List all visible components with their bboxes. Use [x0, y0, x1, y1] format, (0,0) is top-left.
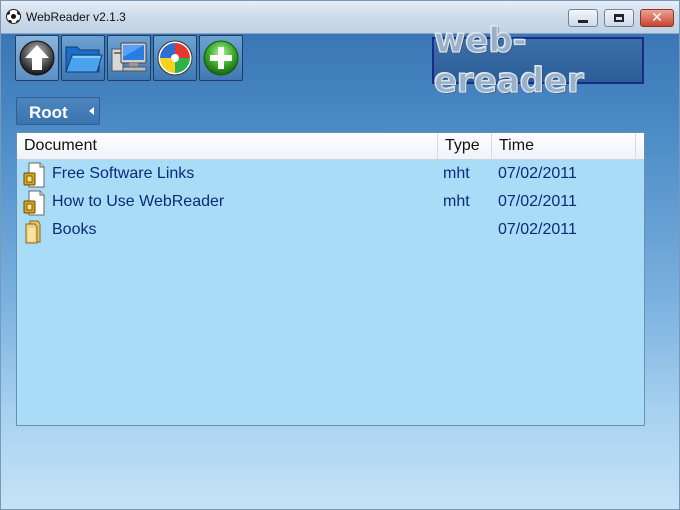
toolbar	[15, 35, 245, 83]
up-button[interactable]	[15, 35, 59, 81]
list-header: Document Type Time	[17, 133, 644, 160]
document-icon	[23, 190, 45, 216]
document-type: mht	[443, 165, 470, 182]
document-time: 07/02/2011	[498, 221, 577, 238]
breadcrumb[interactable]: Root	[16, 97, 100, 125]
add-icon	[203, 40, 239, 76]
close-icon: ✕	[651, 10, 663, 26]
colors-button[interactable]	[153, 35, 197, 81]
folder-icon	[25, 220, 41, 244]
soccer-ball-icon	[6, 9, 21, 24]
document-name[interactable]: Books	[52, 221, 96, 239]
window-title: WebReader v2.1.3	[26, 10, 126, 24]
column-header-time[interactable]: Time	[492, 133, 636, 159]
document-time: 07/02/2011	[498, 193, 577, 210]
computer-button[interactable]	[107, 35, 151, 81]
table-row[interactable]: How to Use WebReader mht 07/02/2011	[17, 189, 644, 217]
document-list[interactable]: Document Type Time Free Software Links m…	[16, 132, 645, 426]
document-name[interactable]: Free Software Links	[52, 165, 194, 183]
color-wheel-icon	[157, 40, 193, 76]
document-type: mht	[443, 193, 470, 210]
logo-text: web-ereader	[433, 20, 584, 101]
document-time: 07/02/2011	[498, 165, 577, 182]
computer-icon	[111, 42, 147, 72]
add-button[interactable]	[199, 35, 243, 81]
table-row[interactable]: Books 07/02/2011	[17, 217, 644, 245]
folder-icon	[65, 46, 103, 73]
app-window: WebReader v2.1.3 ✕ web-ereader Root Docu…	[0, 0, 680, 510]
table-row[interactable]: Free Software Links mht 07/02/2011	[17, 161, 644, 189]
open-folder-button[interactable]	[61, 35, 105, 81]
main-area: web-ereader Root Document Type Time Free…	[1, 20, 679, 509]
document-icon	[23, 162, 45, 188]
up-arrow-icon	[19, 40, 55, 76]
breadcrumb-label: Root	[29, 103, 68, 122]
chevron-left-icon[interactable]	[89, 107, 94, 115]
column-header-type[interactable]: Type	[438, 133, 492, 159]
web-ereader-logo: web-ereader	[432, 20, 644, 101]
column-header-document[interactable]: Document	[17, 133, 438, 159]
document-name[interactable]: How to Use WebReader	[52, 193, 224, 211]
close-button[interactable]: ✕	[640, 9, 674, 27]
